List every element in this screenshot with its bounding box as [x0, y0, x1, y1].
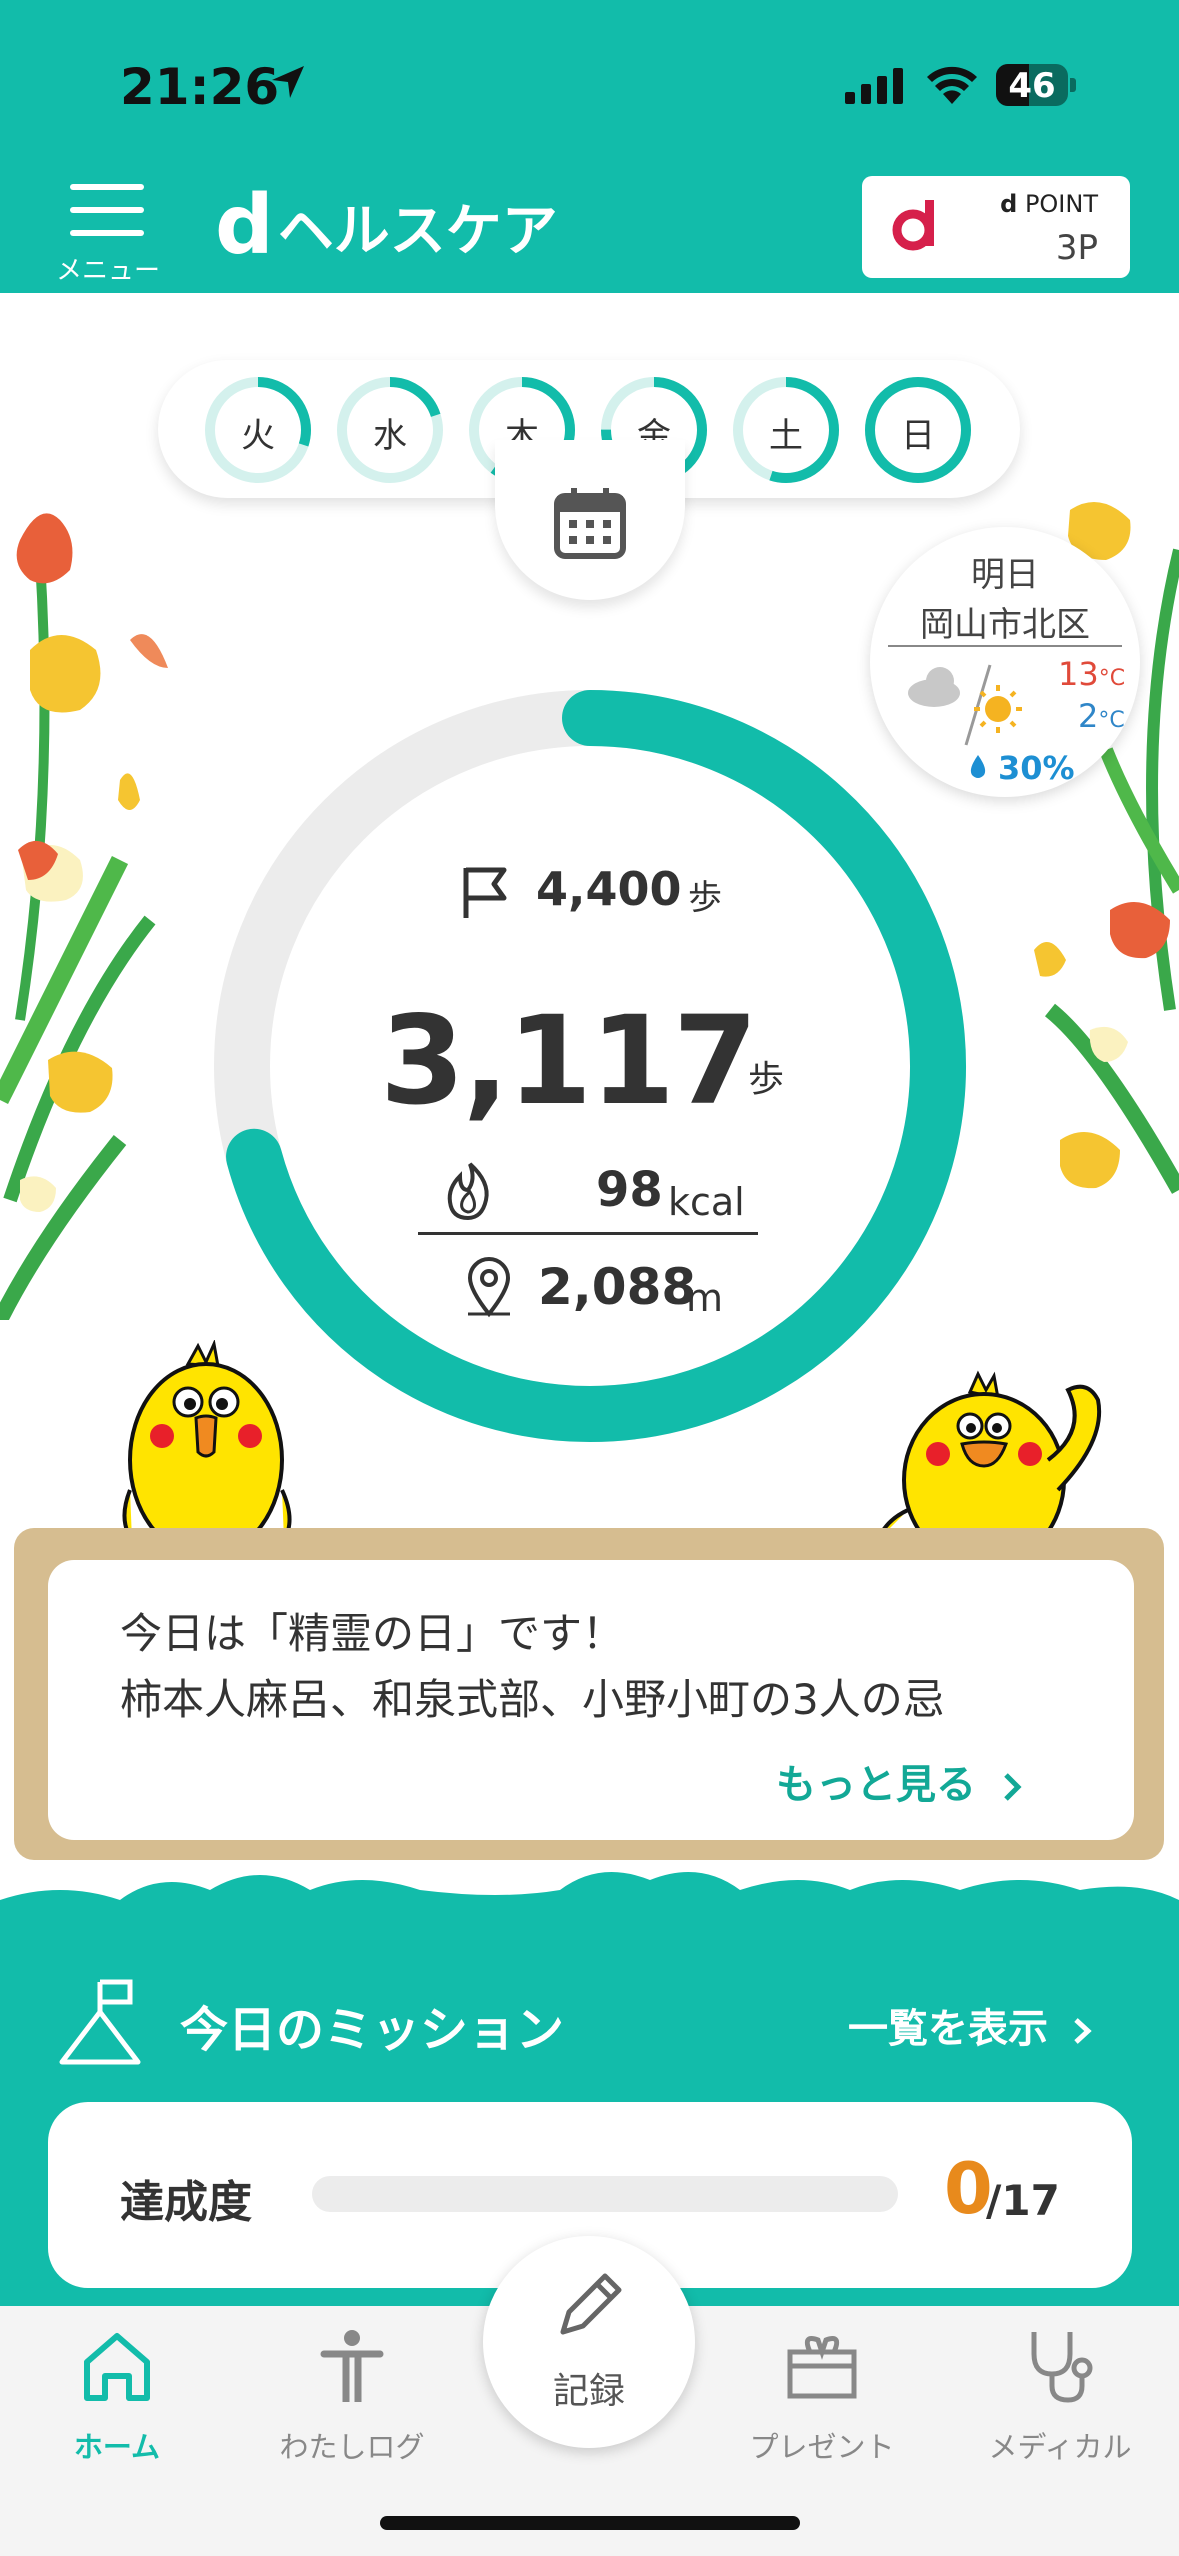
day-label: 日	[901, 416, 935, 456]
step-count: 3,117	[380, 990, 758, 1132]
day-1[interactable]: 水	[334, 374, 446, 486]
tab-my-log-label: わたしログ	[279, 2430, 425, 2464]
goal-unit: 歩	[688, 878, 722, 918]
status-time: 21:26	[120, 58, 280, 116]
logo-d: d	[215, 178, 274, 273]
status-bar: 21:26 46	[0, 0, 1179, 160]
chevron-right-icon	[1074, 2018, 1092, 2044]
stethoscope-icon	[1031, 2332, 1093, 2403]
weather-day: 明日	[971, 555, 1039, 595]
day-label: 水	[373, 416, 407, 456]
calories-value: 98	[596, 1162, 663, 1218]
gift-icon	[787, 2336, 857, 2399]
battery-level: 46	[1008, 66, 1056, 106]
tab-home[interactable]: ホーム	[17, 2326, 217, 2466]
flame-icon	[447, 1162, 489, 1221]
chevron-right-icon	[1004, 1773, 1022, 1801]
person-icon	[320, 2330, 384, 2402]
tab-medical[interactable]: メディカル	[960, 2326, 1160, 2466]
mission-flag-icon	[59, 1979, 141, 2065]
logo-text: ヘルスケア	[277, 198, 558, 264]
mission-progress-bar	[312, 2176, 898, 2212]
calories-unit: kcal	[668, 1180, 745, 1224]
day-label: 土	[769, 416, 803, 456]
app-logo: d ヘルスケア	[215, 178, 558, 273]
mission-title: 今日のミッション	[180, 2002, 565, 2058]
menu-button[interactable]: メニュー	[48, 170, 168, 286]
sun-icon	[974, 685, 1022, 733]
dpoint-title: d POINT	[1000, 190, 1098, 218]
home-icon	[84, 2333, 150, 2401]
record-label: 記録	[552, 2371, 625, 2412]
calendar-button[interactable]	[495, 440, 685, 600]
home-indicator	[380, 2516, 800, 2530]
cellular-signal-icon	[845, 68, 903, 104]
record-button[interactable]: 記録	[483, 2236, 695, 2448]
wifi-icon	[927, 66, 977, 104]
tab-present[interactable]: プレゼント	[722, 2326, 922, 2466]
mascot-chick-right	[876, 1370, 1102, 1540]
pencil-icon	[560, 2273, 622, 2335]
day-0[interactable]: 火	[202, 374, 314, 486]
news-title: 今日は「精霊の日」です！	[120, 1609, 625, 1658]
location-pin-icon	[467, 1257, 511, 1318]
weather-low: 2°C	[1078, 697, 1125, 735]
news-more-link[interactable]: もっと見る	[776, 1752, 1026, 1810]
news-more-label: もっと見る	[776, 1762, 976, 1808]
tab-medical-label: メディカル	[988, 2430, 1132, 2464]
step-unit: 歩	[748, 1059, 785, 1100]
app-header: メニュー d ヘルスケア d POINT 3P	[0, 160, 1179, 293]
distance-value: 2,088	[538, 1258, 697, 1316]
weather-rain-chance: 30%	[998, 749, 1075, 787]
goal-row: 4,400 歩	[458, 858, 758, 918]
weather-divider	[888, 645, 1122, 647]
tab-home-label: ホーム	[73, 2430, 161, 2464]
mission-view-all-link[interactable]: 一覧を表示	[848, 1996, 1094, 2054]
tulip-decoration-left	[0, 513, 168, 1320]
distance-unit: m	[686, 1276, 724, 1320]
battery-icon: 46	[996, 64, 1076, 106]
dpoint-value: 3P	[1055, 228, 1098, 268]
mission-progress-label: 達成度	[120, 2177, 252, 2228]
location-arrow-icon	[272, 66, 304, 98]
goal-steps: 4,400	[536, 862, 682, 916]
weather-high: 13°C	[1058, 655, 1126, 693]
hamburger-icon	[70, 184, 144, 253]
mission-view-all-label: 一覧を表示	[848, 2006, 1048, 2052]
tab-present-label: プレゼント	[749, 2430, 895, 2464]
day-5[interactable]: 日	[862, 374, 974, 486]
tab-my-log[interactable]: わたしログ	[252, 2326, 452, 2466]
news-body: 柿本人麻呂、和泉式部、小野小町の3人の忌	[120, 1675, 945, 1724]
day-4[interactable]: 土	[730, 374, 842, 486]
mission-total-count: /17	[986, 2176, 1060, 2225]
menu-label: メニュー	[55, 256, 160, 286]
flag-icon	[463, 867, 507, 918]
dpoint-logo-icon	[887, 194, 949, 256]
dpoint-button[interactable]: d POINT 3P	[862, 176, 1130, 278]
weather-city: 岡山市北区	[920, 605, 1090, 645]
stats-divider	[418, 1232, 758, 1235]
day-label: 火	[241, 416, 275, 456]
calendar-icon	[554, 488, 626, 559]
mascot-chick-left	[122, 1340, 292, 1540]
